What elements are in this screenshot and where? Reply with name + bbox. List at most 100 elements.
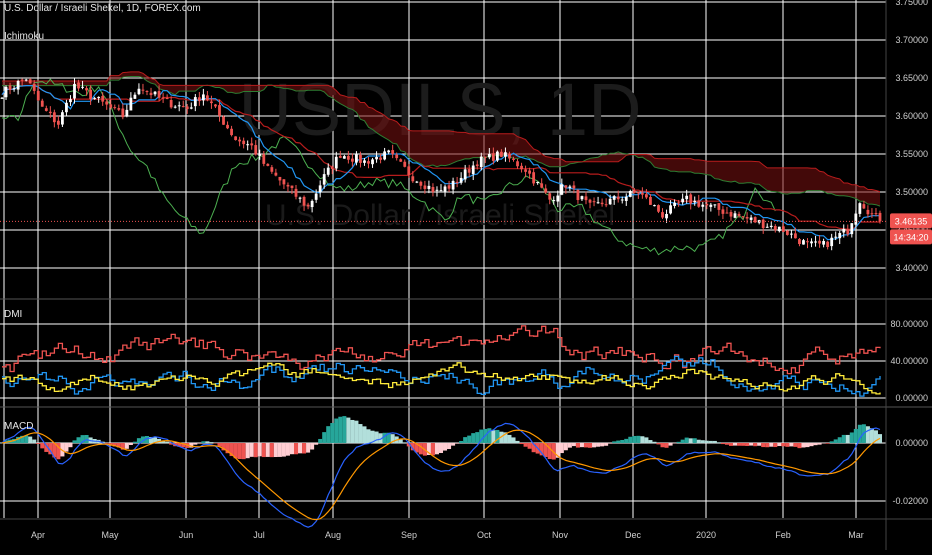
- candle-body: [580, 196, 584, 200]
- dmi-minus-line: [2, 325, 881, 375]
- candle: [375, 151, 378, 163]
- candle-body: [355, 154, 358, 163]
- candle-body: [105, 101, 109, 105]
- macd-hist-bar: [293, 443, 299, 455]
- macd-hist-bar: [660, 443, 665, 448]
- candle: [713, 204, 717, 208]
- candle: [761, 218, 765, 234]
- candle-body: [471, 165, 475, 175]
- candle-body: [28, 79, 32, 84]
- candle: [701, 202, 705, 212]
- macd-hist-bar: [281, 443, 286, 457]
- candle-body: [520, 165, 523, 170]
- macd-tick-label: 0.00000: [895, 438, 928, 448]
- candle-body: [677, 202, 681, 204]
- candle-body: [556, 195, 560, 202]
- price-tick-label: 3.55000: [895, 149, 928, 159]
- candle-body: [379, 157, 382, 160]
- candle: [866, 205, 870, 218]
- macd-hist-bar: [354, 420, 359, 443]
- time-tick-label: Jul: [253, 530, 265, 540]
- candle: [419, 180, 423, 190]
- candle-body: [363, 160, 366, 163]
- candle-body: [226, 124, 229, 129]
- macd-hist-bar: [704, 440, 709, 443]
- candle-body: [113, 107, 117, 109]
- macd-hist-bar: [434, 443, 439, 455]
- candle-body: [238, 139, 242, 142]
- candle: [628, 189, 632, 198]
- macd-hist-bar: [712, 440, 717, 443]
- candle-body: [689, 194, 693, 204]
- macd-hist-bar: [205, 441, 210, 443]
- candle-body: [616, 196, 620, 200]
- candle-body: [789, 233, 793, 235]
- candle: [367, 156, 370, 169]
- candle-body: [834, 236, 838, 238]
- candle-body: [197, 97, 201, 102]
- candle-body: [193, 97, 197, 107]
- macd-hist-bar: [749, 443, 754, 446]
- macd-hist-bar: [124, 443, 129, 449]
- candle-body: [721, 209, 725, 214]
- macd-hist-bar: [447, 443, 452, 450]
- candle: [681, 193, 685, 205]
- candle-body: [16, 80, 20, 90]
- macd-hist-bar: [644, 437, 649, 443]
- candle-body: [8, 85, 12, 91]
- candle: [270, 165, 274, 174]
- macd-hist-bar: [253, 443, 258, 458]
- candle-body: [415, 181, 419, 183]
- candle-body: [713, 204, 717, 206]
- macd-hist-bar: [600, 443, 605, 447]
- macd-hist-bar: [821, 443, 826, 444]
- candle-body: [61, 112, 64, 125]
- macd-hist-bar: [334, 418, 339, 443]
- candle-body: [32, 83, 36, 91]
- candle-body: [81, 86, 84, 88]
- candle: [210, 95, 213, 109]
- macd-hist-bar: [36, 443, 41, 445]
- candle-body: [346, 155, 350, 160]
- macd-hist-bar: [588, 443, 593, 448]
- macd-hist-bar: [366, 429, 371, 443]
- candle: [415, 180, 419, 184]
- candle-body: [685, 195, 689, 200]
- candle-body: [109, 104, 113, 108]
- macd-hist-bar: [418, 443, 423, 455]
- candle-body: [487, 153, 491, 158]
- candle: [781, 222, 785, 233]
- candle: [524, 165, 527, 178]
- candle-body: [266, 163, 270, 166]
- candle-body: [161, 97, 165, 99]
- candle: [282, 179, 286, 190]
- candle: [765, 223, 769, 228]
- candle-body: [508, 153, 511, 159]
- dmi-label: DMI: [4, 309, 23, 320]
- macd-hist-bar: [249, 443, 254, 457]
- chart-svg[interactable]: USDILS, 1DU.S. Dollar / Israeli Shekel3.…: [0, 0, 932, 550]
- macd-hist-bar: [523, 443, 528, 447]
- macd-hist-bar: [612, 441, 617, 443]
- candle-body: [596, 202, 600, 204]
- candle-body: [20, 79, 24, 81]
- candle-body: [741, 216, 745, 218]
- candle-body: [854, 213, 858, 225]
- candle-body: [101, 96, 105, 102]
- chart-container[interactable]: USDILS, 1D U.S. Dollar / Israeli Shekel 3.…: [0, 0, 932, 550]
- candle-body: [467, 169, 471, 173]
- candle-body: [802, 240, 805, 245]
- candle-body: [673, 202, 676, 206]
- candle: [649, 194, 652, 205]
- macd-hist-bar: [306, 443, 311, 453]
- macd-hist-bar: [273, 443, 278, 458]
- candle-body: [411, 176, 415, 182]
- candle: [113, 104, 117, 110]
- candle-body: [455, 181, 459, 184]
- candle-body: [560, 184, 564, 195]
- candle: [266, 163, 270, 167]
- macd-hist-bar: [813, 443, 818, 446]
- macd-hist-bar: [789, 443, 794, 447]
- candle: [709, 202, 713, 212]
- candle-body: [459, 177, 463, 183]
